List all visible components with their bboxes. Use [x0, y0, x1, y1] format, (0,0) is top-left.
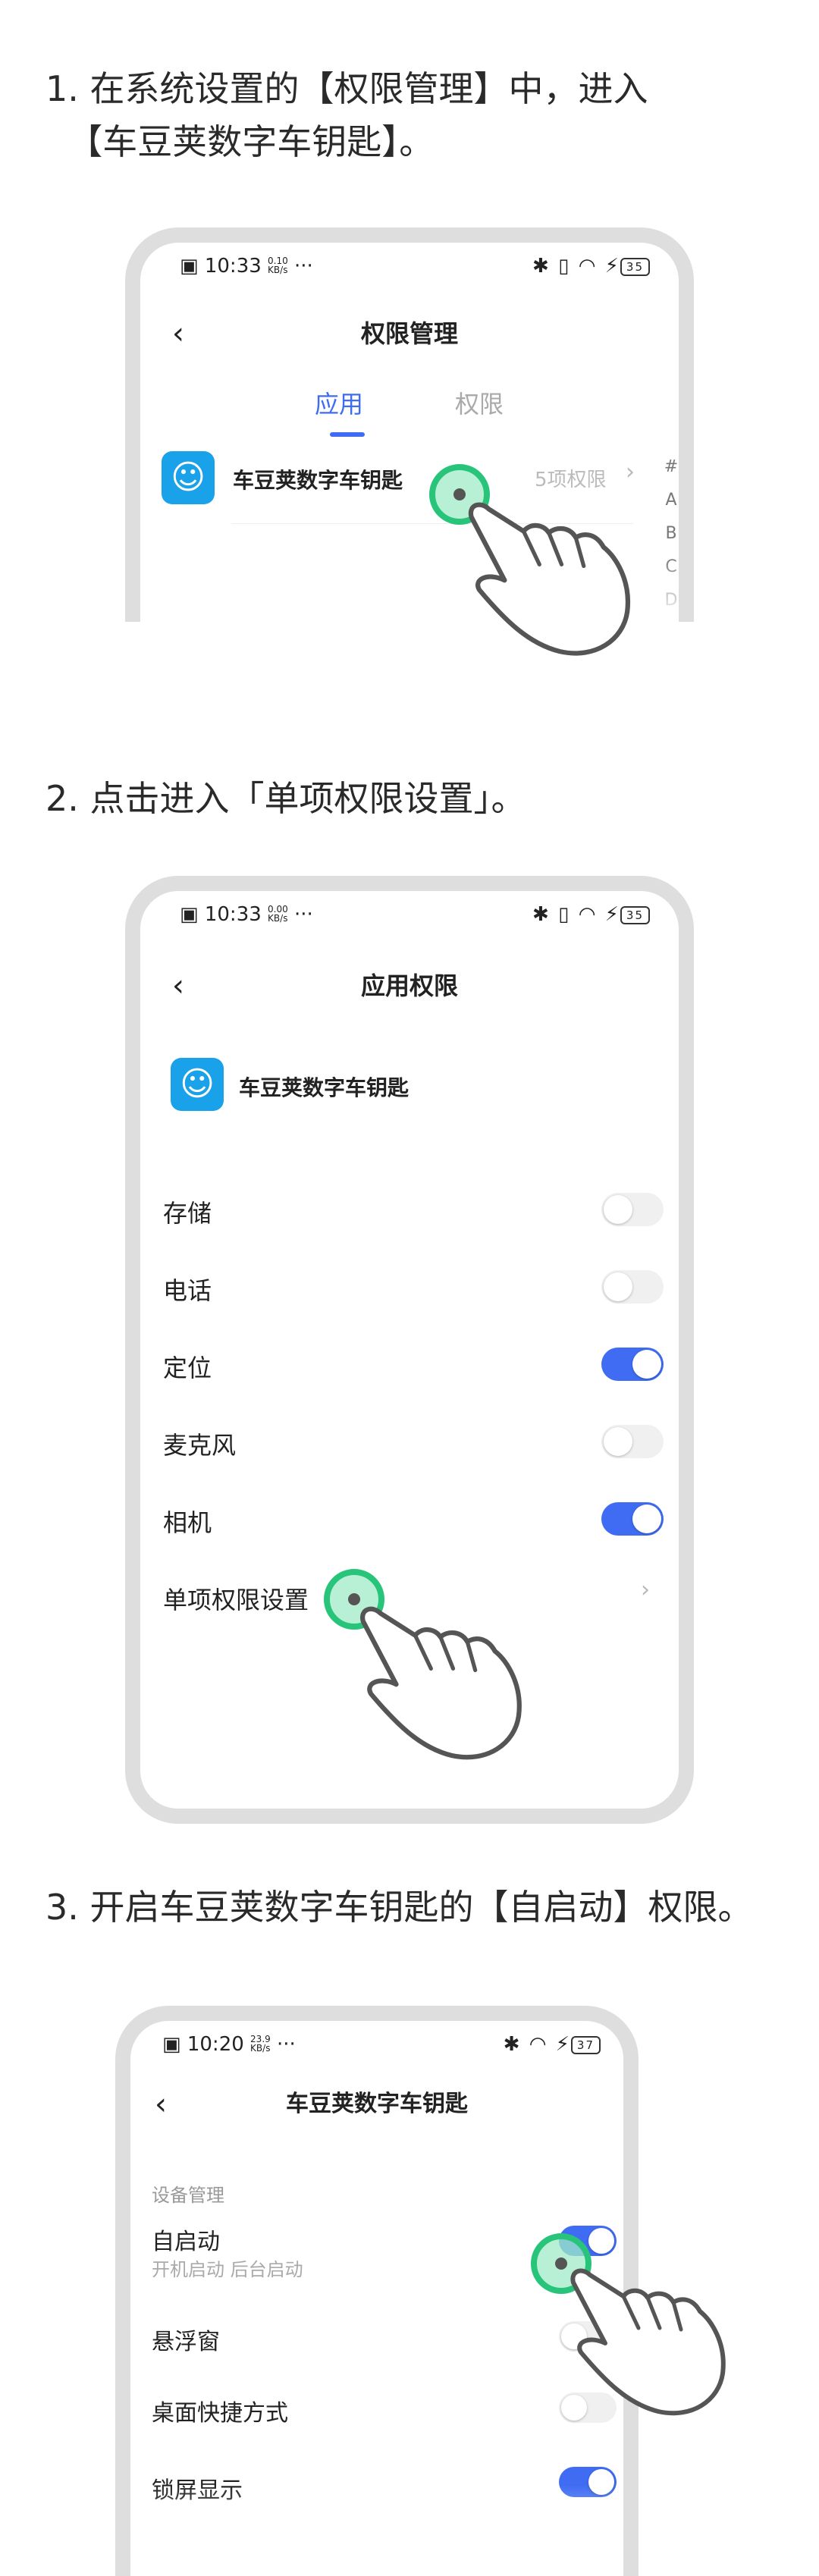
- bluetooth-icon: ✱: [532, 255, 551, 278]
- more-dots-icon: ···: [277, 2033, 296, 2056]
- chevron-right-icon: ›: [641, 1577, 650, 1603]
- index-hash[interactable]: #: [660, 450, 679, 484]
- page-title: 应用权限: [360, 971, 458, 1000]
- perm-camera-label: 相机: [163, 1508, 212, 1537]
- more-dots-icon: ···: [294, 255, 313, 278]
- perm-microphone-label: 麦克风: [163, 1431, 237, 1460]
- vibrate-icon: ▯: [558, 255, 571, 278]
- battery-saver-icon: ▣: [180, 255, 199, 278]
- tab-permissions[interactable]: 权限: [455, 385, 504, 420]
- tab-apps[interactable]: 应用: [315, 385, 363, 420]
- net-speed-unit: KB/s: [268, 913, 288, 924]
- status-time: 10:20: [187, 2033, 244, 2056]
- perm-storage-label: 存储: [163, 1199, 212, 1228]
- wifi-icon: ◠: [578, 255, 598, 278]
- desktop-shortcut-label: 桌面快捷方式: [152, 2400, 288, 2427]
- perm-camera-toggle[interactable]: [601, 1502, 664, 1536]
- battery-icon: 35: [620, 257, 650, 276]
- battery-icon: 37: [570, 2035, 601, 2054]
- perm-location-toggle[interactable]: [601, 1348, 664, 1381]
- charging-icon: ⚡: [555, 2033, 571, 2056]
- charging-icon: ⚡: [604, 255, 620, 278]
- net-speed-unit: KB/s: [268, 265, 288, 275]
- page-title: 权限管理: [360, 319, 458, 348]
- index-b[interactable]: B: [660, 517, 679, 551]
- pointing-hand-icon: [560, 2252, 742, 2427]
- pointing-hand-icon: [349, 1589, 538, 1771]
- battery-saver-icon: ▣: [162, 2033, 181, 2056]
- status-bar: ▣ 10:33 0.10 KB/s ··· ✱ ▯ ◠ ⚡ 35: [140, 253, 679, 284]
- status-time: 10:33: [204, 255, 262, 278]
- status-bar: ▣ 10:33 0.00 KB/s ··· ✱ ▯ ◠ ⚡ 35: [140, 902, 679, 932]
- status-bar: ▣ 10:20 23.9 KB/s ··· ✱ ◠ ⚡ 37: [130, 2032, 623, 2062]
- step-2-instruction: 2. 点击进入「单项权限设置」。: [46, 778, 526, 819]
- single-permission-label: 单项权限设置: [163, 1586, 309, 1614]
- more-dots-icon: ···: [294, 903, 313, 926]
- wifi-icon: ◠: [529, 2033, 548, 2056]
- floating-window-label: 悬浮窗: [152, 2329, 220, 2355]
- status-time: 10:33: [204, 903, 262, 926]
- perm-storage-toggle[interactable]: [601, 1193, 664, 1226]
- section-device-management: 设备管理: [152, 2185, 224, 2206]
- perm-microphone-toggle[interactable]: [601, 1425, 664, 1458]
- battery-icon: 35: [620, 905, 650, 924]
- perm-phone-toggle[interactable]: [601, 1270, 664, 1304]
- autostart-subtitle: 开机启动 后台启动: [152, 2259, 303, 2280]
- app-logo-icon: ☺: [162, 451, 215, 504]
- app-name: 车豆荚数字车钥匙: [239, 1075, 410, 1100]
- vibrate-icon: ▯: [558, 903, 571, 926]
- wifi-icon: ◠: [578, 903, 598, 926]
- page-title: 车豆荚数字车钥匙: [286, 2091, 468, 2117]
- battery-saver-icon: ▣: [180, 903, 199, 926]
- fade-overlay: [130, 2485, 623, 2576]
- step-3-instruction: 3. 开启车豆荚数字车钥匙的【自启动】权限。: [46, 1887, 753, 1928]
- index-a[interactable]: A: [660, 484, 679, 517]
- app-name: 车豆荚数字车钥匙: [233, 468, 403, 493]
- chevron-right-icon: ›: [626, 459, 635, 485]
- bluetooth-icon: ✱: [532, 903, 551, 926]
- perm-location-label: 定位: [163, 1354, 212, 1382]
- autostart-label: 自启动: [152, 2229, 220, 2255]
- charging-icon: ⚡: [604, 903, 620, 926]
- bluetooth-icon: ✱: [503, 2033, 522, 2056]
- pointing-hand-icon: [453, 485, 651, 667]
- tab-indicator: [330, 432, 365, 437]
- app-logo-icon: ☺: [171, 1058, 224, 1111]
- net-speed-unit: KB/s: [250, 2043, 271, 2054]
- perm-phone-label: 电话: [163, 1276, 212, 1305]
- step-1-instruction: 1. 在系统设置的【权限管理】中，进入 【车豆荚数字车钥匙】。: [46, 68, 648, 162]
